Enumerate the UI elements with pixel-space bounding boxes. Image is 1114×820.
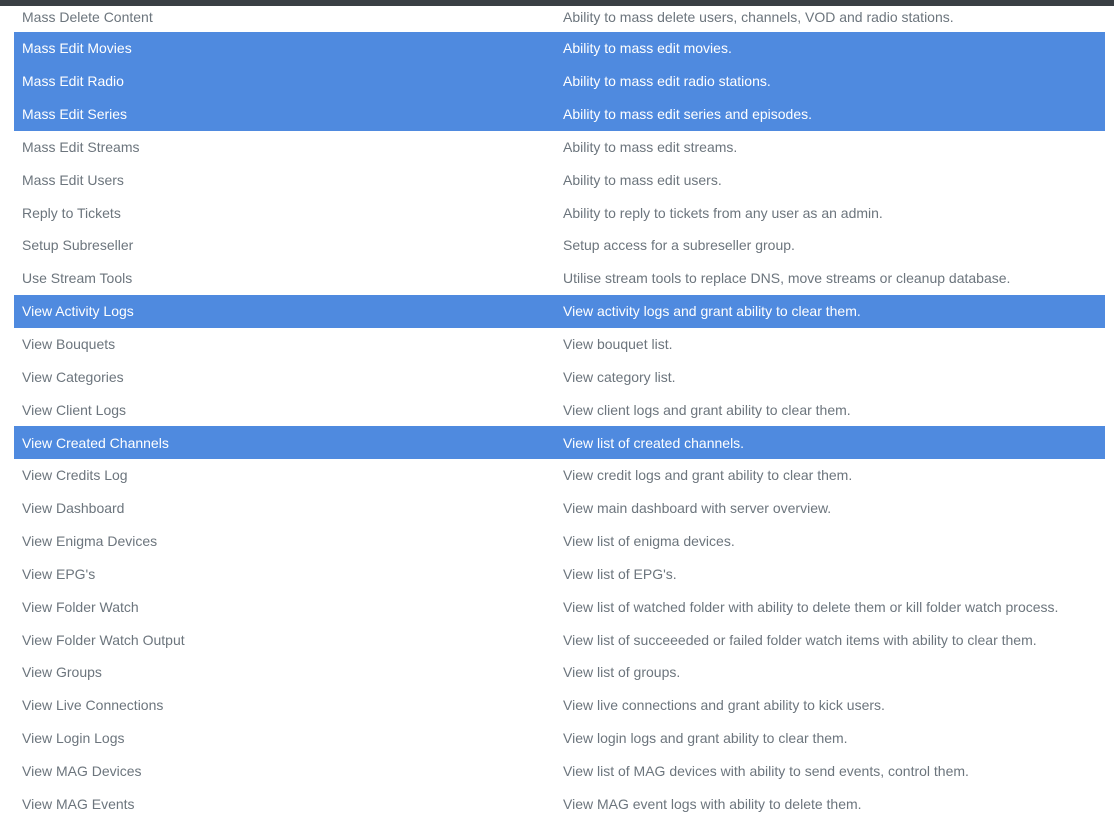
permission-row[interactable]: Mass Delete Content Ability to mass delet…: [14, 0, 1105, 32]
permission-description: View list of groups.: [563, 664, 681, 681]
permission-row[interactable]: Reply to Tickets Ability to reply to tick…: [14, 196, 1105, 229]
permission-row[interactable]: View MAG Events View MAG event logs with …: [14, 787, 1105, 820]
permission-name: Mass Edit Radio: [22, 73, 124, 90]
permission-description: View MAG event logs with ability to dele…: [563, 795, 862, 812]
permission-name: View Login Logs: [22, 730, 125, 747]
permission-description: View list of EPG's.: [563, 565, 677, 582]
permission-description: View main dashboard with server overview…: [563, 500, 832, 517]
permission-description: Ability to mass edit users.: [563, 171, 722, 188]
permission-name: View Dashboard: [22, 500, 125, 517]
permission-description: Ability to reply to tickets from any use…: [563, 204, 883, 221]
permission-description: View list of created channels.: [563, 434, 745, 451]
permission-row[interactable]: View Folder Watch Output View list of suc…: [14, 623, 1105, 656]
permission-name: View Live Connections: [22, 697, 164, 714]
permission-row[interactable]: View Folder Watch View list of watched fo…: [14, 590, 1105, 623]
permission-name: Reply to Tickets: [22, 204, 121, 221]
permission-row[interactable]: View Groups View list of groups.: [14, 656, 1105, 689]
permission-name: View Enigma Devices: [22, 533, 158, 550]
permission-description: View category list.: [563, 368, 676, 385]
permission-name: View Folder Watch Output: [22, 631, 185, 648]
permission-description: View activity logs and grant ability to …: [563, 303, 861, 320]
permission-name: Mass Edit Users: [22, 171, 124, 188]
permission-name: Mass Delete Content: [22, 9, 153, 25]
permission-description: Ability to mass delete users, channels, …: [563, 9, 954, 25]
permission-description: Ability to mass edit series and episodes…: [563, 106, 813, 123]
permission-row[interactable]: View Login Logs View login logs and grant…: [14, 722, 1105, 755]
permission-name: View Credits Log: [22, 467, 128, 484]
permission-row[interactable]: View Live Connections View live connectio…: [14, 689, 1105, 722]
permission-description: View login logs and grant ability to cle…: [563, 730, 848, 747]
permission-row[interactable]: View Client Logs View client logs and gra…: [14, 393, 1105, 426]
permission-row[interactable]: View Activity Logs View activity logs and…: [14, 294, 1105, 328]
permission-description: Ability to mass edit streams.: [563, 138, 738, 155]
permission-row[interactable]: View Categories View category list.: [14, 360, 1105, 393]
permission-description: View live connections and grant ability …: [563, 697, 885, 714]
permission-name: View Bouquets: [22, 336, 116, 353]
permission-name: View Created Channels: [22, 434, 169, 451]
permission-description: Utilise stream tools to replace DNS, mov…: [563, 270, 1011, 287]
permission-description: Setup access for a subreseller group.: [563, 237, 795, 254]
permission-name: Mass Edit Movies: [22, 40, 132, 57]
permission-name: View Activity Logs: [22, 303, 134, 320]
permission-row[interactable]: View Created Channels View list of create…: [14, 426, 1105, 459]
permission-name: Setup Subreseller: [22, 237, 134, 254]
permission-name: View Client Logs: [22, 401, 127, 418]
permission-row[interactable]: Mass Edit Series Ability to mass edit ser…: [14, 97, 1105, 131]
permission-description: View bouquet list.: [563, 336, 673, 353]
permission-description: View credit logs and grant ability to cl…: [563, 467, 853, 484]
permission-name: View Folder Watch: [22, 598, 139, 615]
permission-name: View EPG's: [22, 565, 96, 582]
permissions-table: Mass Delete Content Ability to mass delet…: [14, 0, 1105, 820]
permission-description: View list of enigma devices.: [563, 533, 735, 550]
permission-name: Use Stream Tools: [22, 270, 133, 287]
permission-description: View client logs and grant ability to cl…: [563, 401, 851, 418]
permission-description: Ability to mass edit movies.: [563, 40, 732, 57]
permission-row[interactable]: Mass Edit Streams Ability to mass edit st…: [14, 131, 1105, 164]
permission-row[interactable]: Use Stream Tools Utilise stream tools to …: [14, 262, 1105, 295]
permission-description: Ability to mass edit radio stations.: [563, 73, 771, 90]
permission-row[interactable]: View Credits Log View credit logs and gra…: [14, 459, 1105, 492]
permission-description: View list of watched folder with ability…: [563, 598, 1059, 615]
permission-row[interactable]: View MAG Devices View list of MAG devices…: [14, 755, 1105, 788]
permission-row[interactable]: Mass Edit Users Ability to mass edit user…: [14, 163, 1105, 196]
permission-description: View list of MAG devices with ability to…: [563, 762, 969, 779]
permission-description: View list of succeeeded or failed folder…: [563, 631, 1037, 648]
permission-name: View MAG Devices: [22, 762, 142, 779]
permission-name: View Categories: [22, 368, 124, 385]
permission-row[interactable]: Mass Edit Movies Ability to mass edit mov…: [14, 32, 1105, 65]
permission-row[interactable]: View EPG's View list of EPG's.: [14, 558, 1105, 591]
permission-name: Mass Edit Series: [22, 106, 128, 123]
permission-name: View Groups: [22, 664, 102, 681]
permission-name: View MAG Events: [22, 795, 135, 812]
permission-name: Mass Edit Streams: [22, 138, 140, 155]
permission-row[interactable]: View Bouquets View bouquet list.: [14, 328, 1105, 361]
permission-row[interactable]: View Enigma Devices View list of enigma d…: [14, 525, 1105, 558]
permission-row[interactable]: Setup Subreseller Setup access for a subr…: [14, 229, 1105, 262]
permission-row[interactable]: View Dashboard View main dashboard with s…: [14, 492, 1105, 525]
permission-row[interactable]: Mass Edit Radio Ability to mass edit radi…: [14, 64, 1105, 98]
